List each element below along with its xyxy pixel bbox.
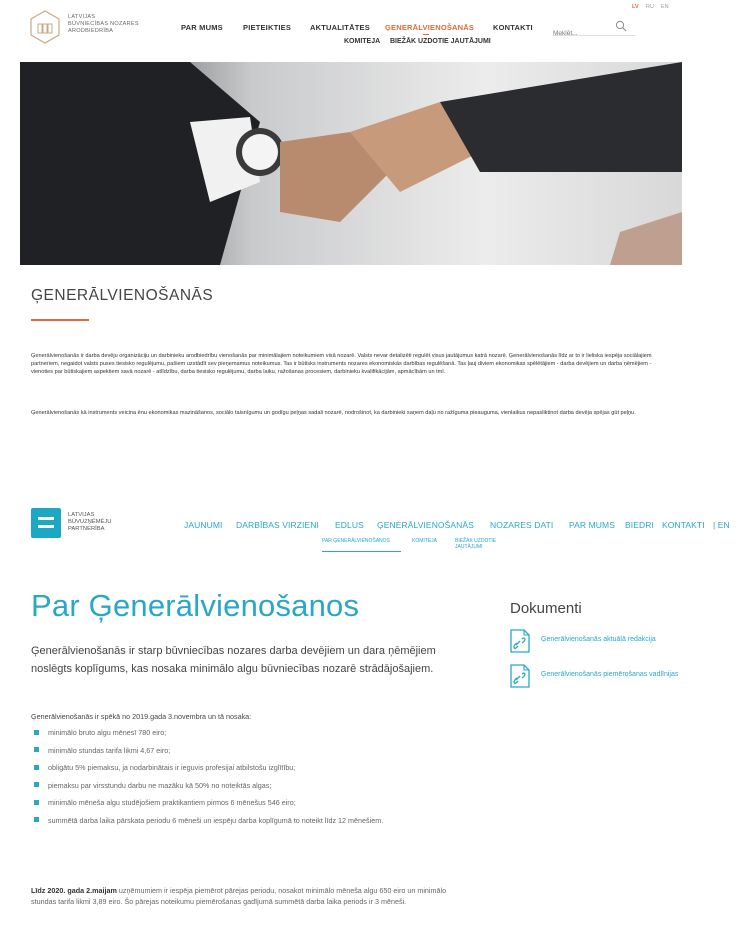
subnav2-biezak-uzdotie[interactable]: BIEŽĀK UZDOTIE JAUTĀJUMI: [455, 538, 515, 550]
lang-ru[interactable]: RU: [646, 4, 654, 10]
lba-logo-icon[interactable]: [30, 10, 60, 44]
lead-paragraph: Ģenerālvienošanās ir starp būvniecības n…: [31, 645, 436, 675]
nav-par-mums[interactable]: PAR MUMS: [181, 23, 223, 32]
subnav2-active-underline: [322, 551, 401, 552]
transition-paragraph: Līdz 2020. gada 2.maijam uzņēmumiem ir i…: [31, 886, 447, 906]
terms-list: minimālo bruto algu mēnesī 780 eiro; min…: [31, 727, 451, 832]
site1-header: LATVIJAS BŪVNIECĪBAS NOZARES ARODBIEDRĪB…: [0, 0, 751, 62]
second-paragraph: Ģenerālvienošanās kā instruments veicina…: [31, 410, 636, 416]
nav2-generalvienosanas[interactable]: ĢENERĀLVIENOŠANĀS: [377, 520, 474, 530]
bullet-square-icon: [34, 729, 39, 735]
handshake-hero-image: [20, 62, 682, 265]
doc-label[interactable]: Ģenerālvienošanās piemērošanas vadlīnija…: [541, 671, 678, 678]
nav2-lang-en[interactable]: | EN: [713, 520, 730, 530]
intro-paragraph: Ģenerālvienošanās ir darba devēju organi…: [31, 353, 652, 375]
nav2-nozares-dati[interactable]: NOZARES DATI: [490, 520, 553, 530]
lang-lv[interactable]: LV: [632, 4, 639, 10]
nav2-kontakti[interactable]: KONTAKTI: [662, 520, 705, 530]
nav2-par-mums[interactable]: PAR MUMS: [569, 520, 615, 530]
subnav-komiteja[interactable]: KOMITEJA: [344, 38, 380, 45]
search-input[interactable]: [553, 30, 613, 37]
bullet-square-icon: [34, 764, 39, 770]
lba-logo-text: LATVIJAS BŪVNIECĪBAS NOZARES ARODBIEDRĪB…: [68, 14, 139, 34]
nav2-edlus[interactable]: EDLUS: [335, 520, 364, 530]
list-item: minimālo mēneša algu studējošiem praktik…: [31, 797, 451, 808]
search-box[interactable]: [553, 20, 635, 37]
nav-generalvienosanas[interactable]: ĢENERĀLVIENOŠANĀS: [385, 23, 474, 35]
lbp-logo-icon[interactable]: [31, 508, 61, 538]
list-item: minimālo stundas tarifa likmi 4,67 eiro;: [31, 745, 451, 756]
list-intro: Ģenerālvienošanās ir spēkā no 2019.gada …: [31, 712, 252, 721]
subnav-biezak-uzdotie[interactable]: BIEŽĀK UZDOTIE JAUTĀJUMI: [390, 38, 491, 45]
documents-heading: Dokumenti: [510, 600, 582, 617]
list-item: minimālo bruto algu mēnesī 780 eiro;: [31, 727, 451, 738]
bullet-square-icon: [34, 817, 39, 822]
nav-pieteikties[interactable]: PIETEIKTIES: [243, 23, 291, 32]
list-item: obligātu 5% piemaksu, ja nodarbinātais i…: [31, 762, 451, 773]
nav2-jaunumi[interactable]: JAUNUMI: [184, 520, 222, 530]
page-title-site1: ĢENERĀLVIENOŠANĀS: [31, 287, 214, 304]
nav2-darbibas-virzieni[interactable]: DARBĪBAS VIRZIENI: [236, 520, 319, 530]
doc-label[interactable]: Ģenerālvienošanās aktuālā redakcija: [541, 636, 656, 643]
bullet-square-icon: [34, 799, 39, 805]
nav-kontakti[interactable]: KONTAKTI: [493, 23, 533, 32]
list-item: summētā darba laika pārskata periodu 6 m…: [31, 815, 451, 826]
list-item: piemaksu par virsstundu darbu ne mazāku …: [31, 780, 451, 791]
search-icon[interactable]: [615, 20, 627, 32]
lbp-logo-text: LATVIJAS BŪVUZŅĒMĒJU PARTNERĪBA: [68, 512, 112, 532]
bullet-square-icon: [34, 782, 39, 787]
subnav2-komiteja[interactable]: KOMITEJA: [412, 538, 437, 544]
lang-en[interactable]: EN: [661, 4, 669, 10]
document-link-icon: [510, 664, 530, 688]
nav-aktualitates[interactable]: AKTUALITĀTES: [310, 23, 370, 32]
bullet-square-icon: [34, 747, 39, 752]
subnav2-par-generalvienosanos[interactable]: PAR ĢENERĀLVIENOŠANOS: [322, 538, 407, 544]
title-underline: [31, 319, 89, 321]
page-title-site2: Par Ģenerālvienošanos: [31, 588, 360, 623]
nav2-biedri[interactable]: BIEDRI: [625, 520, 654, 530]
document-link-icon: [510, 629, 530, 653]
